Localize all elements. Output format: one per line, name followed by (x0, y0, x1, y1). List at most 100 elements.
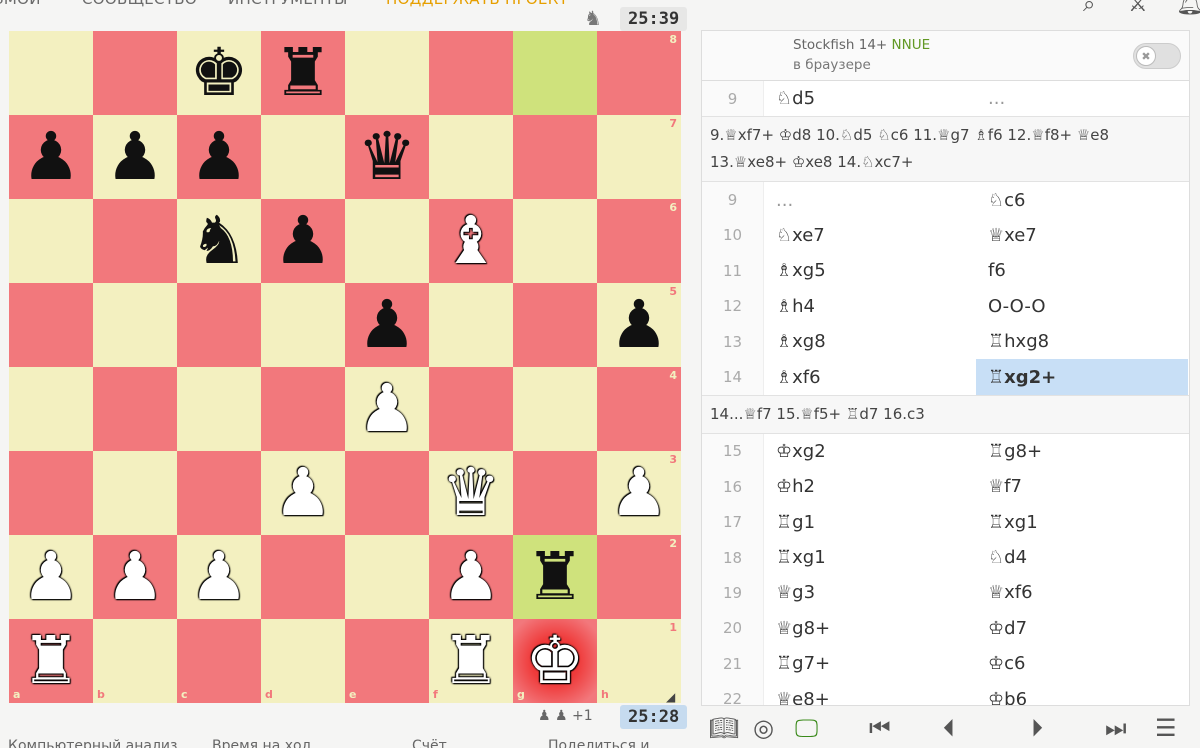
white-pawn-icon[interactable]: ♟ (441, 544, 500, 610)
square-g4[interactable] (513, 367, 597, 451)
square-b1[interactable]: b (93, 619, 177, 703)
square-a4[interactable] (9, 367, 93, 451)
move-black[interactable]: f6 (976, 253, 1188, 288)
square-b6[interactable] (93, 199, 177, 283)
white-queen-icon[interactable]: ♛ (441, 460, 500, 526)
move-white[interactable]: ♔xg2 (764, 434, 976, 469)
square-h4[interactable]: 4 (597, 367, 681, 451)
square-g6[interactable] (513, 199, 597, 283)
white-king-icon[interactable]: ♚ (525, 628, 584, 694)
square-h5[interactable]: 5 ♟ (597, 283, 681, 367)
move-white[interactable]: ♗xg8 (764, 324, 976, 359)
square-e5[interactable]: ♟ (345, 283, 429, 367)
last-icon[interactable]: ⏭ (1105, 714, 1127, 742)
square-a8[interactable] (9, 31, 93, 115)
square-f8[interactable] (429, 31, 513, 115)
white-pawn-icon[interactable]: ♟ (189, 544, 248, 610)
share-label[interactable]: Поделиться и (548, 738, 650, 748)
move-black[interactable]: ♘d4 (976, 540, 1188, 575)
nav-item[interactable]: СООБЩЕСТВО (82, 0, 197, 8)
square-g5[interactable] (513, 283, 597, 367)
square-a7[interactable]: ♟ (9, 115, 93, 199)
square-d3[interactable]: ♟ (261, 451, 345, 535)
square-d5[interactable] (261, 283, 345, 367)
square-b7[interactable]: ♟ (93, 115, 177, 199)
square-e4[interactable]: ♟ (345, 367, 429, 451)
square-f1[interactable]: f ♜ (429, 619, 513, 703)
square-f7[interactable] (429, 115, 513, 199)
move-black[interactable]: ♘c6 (976, 182, 1188, 217)
square-c6[interactable]: ♞ (177, 199, 261, 283)
black-pawn-icon[interactable]: ♟ (273, 208, 332, 274)
square-d1[interactable]: d (261, 619, 345, 703)
move-white[interactable]: ♕e8+ (764, 681, 976, 705)
white-pawn-icon[interactable]: ♟ (105, 544, 164, 610)
black-pawn-icon[interactable]: ♟ (21, 124, 80, 190)
square-g2[interactable]: ♜ (513, 535, 597, 619)
move-white[interactable]: ♖g1 (764, 505, 976, 540)
target-icon[interactable]: ◎ (753, 714, 774, 742)
square-a3[interactable] (9, 451, 93, 535)
search-icon[interactable]: ⌕ (1083, 0, 1095, 17)
square-b5[interactable] (93, 283, 177, 367)
computer-analysis-label[interactable]: Компьютерный анализ (8, 738, 177, 748)
white-pawn-icon[interactable]: ♟ (21, 544, 80, 610)
black-pawn-icon[interactable]: ♟ (357, 292, 416, 358)
white-rook-icon[interactable]: ♜ (21, 628, 80, 694)
square-g7[interactable] (513, 115, 597, 199)
black-pawn-icon[interactable]: ♟ (189, 124, 248, 190)
square-h7[interactable]: 7 (597, 115, 681, 199)
square-e1[interactable]: e (345, 619, 429, 703)
score-label[interactable]: Счёт (412, 738, 447, 748)
square-a1[interactable]: a ♜ (9, 619, 93, 703)
black-knight-icon[interactable]: ♞ (189, 208, 248, 274)
square-f4[interactable] (429, 367, 513, 451)
square-a6[interactable] (9, 199, 93, 283)
tournament-icon[interactable]: ⚔ (1128, 0, 1148, 17)
square-h8[interactable]: 8 (597, 31, 681, 115)
square-c7[interactable]: ♟ (177, 115, 261, 199)
move-white[interactable]: ♗xg5 (764, 253, 976, 288)
move-black[interactable]: O-O-O (976, 289, 1188, 324)
square-h3[interactable]: 3 ♟ (597, 451, 681, 535)
square-c8[interactable]: ♚ (177, 31, 261, 115)
move-white[interactable]: ♖xg1 (764, 540, 976, 575)
white-rook-icon[interactable]: ♜ (441, 628, 500, 694)
first-icon[interactable]: ⏮ (869, 714, 891, 742)
move-white[interactable]: ♔h2 (764, 469, 976, 504)
black-king-icon[interactable]: ♚ (189, 40, 248, 106)
black-pawn-icon[interactable]: ♟ (105, 124, 164, 190)
square-f3[interactable]: ♛ (429, 451, 513, 535)
square-e7[interactable]: ♛ (345, 115, 429, 199)
move-white[interactable]: ♗xf6 (764, 359, 976, 394)
black-queen-icon[interactable]: ♛ (357, 124, 416, 190)
move-white[interactable]: ♖g7+ (764, 646, 976, 681)
square-d8[interactable]: ♜ (261, 31, 345, 115)
square-a2[interactable]: ♟ (9, 535, 93, 619)
square-c1[interactable]: c (177, 619, 261, 703)
book-icon[interactable]: 📖︎ (709, 714, 739, 742)
square-e2[interactable] (345, 535, 429, 619)
resize-handle-icon[interactable]: ◢ (666, 690, 675, 704)
black-rook-icon[interactable]: ♜ (525, 544, 584, 610)
nav-item[interactable]: ИНСТРУМЕНТЫ (228, 0, 348, 8)
square-b8[interactable] (93, 31, 177, 115)
move-black[interactable]: ♔b6 (976, 681, 1188, 705)
engine-toggle[interactable]: ✖ (1133, 43, 1181, 69)
square-g3[interactable] (513, 451, 597, 535)
move-black[interactable]: ♕xe7 (976, 218, 1188, 253)
square-b2[interactable]: ♟ (93, 535, 177, 619)
square-b3[interactable] (93, 451, 177, 535)
move-black[interactable]: ♖hxg8 (976, 324, 1188, 359)
square-g1[interactable]: g ♚ (513, 619, 597, 703)
square-c4[interactable] (177, 367, 261, 451)
white-bishop-icon[interactable]: ♝ (441, 208, 500, 274)
square-c5[interactable] (177, 283, 261, 367)
menu-icon[interactable]: ☰ (1155, 714, 1177, 742)
chessboard[interactable]: ♚ ♜ 8 ♟ ♟ ♟ ♛ 7 ♞ ♟ ♝ 6 ♟ 5 ♟ ♟ 4 ♟ ♛ 3 ♟ ♟ ♟ ♟ ♟ ♜ 2 a ♜ b c d e f ♜ g ♚ 1 h (9, 31, 681, 703)
move-times-label[interactable]: Время на ход (212, 738, 311, 748)
notifications-icon[interactable]: 🔔︎ (1176, 0, 1200, 17)
square-h6[interactable]: 6 (597, 199, 681, 283)
square-e3[interactable] (345, 451, 429, 535)
square-d4[interactable] (261, 367, 345, 451)
